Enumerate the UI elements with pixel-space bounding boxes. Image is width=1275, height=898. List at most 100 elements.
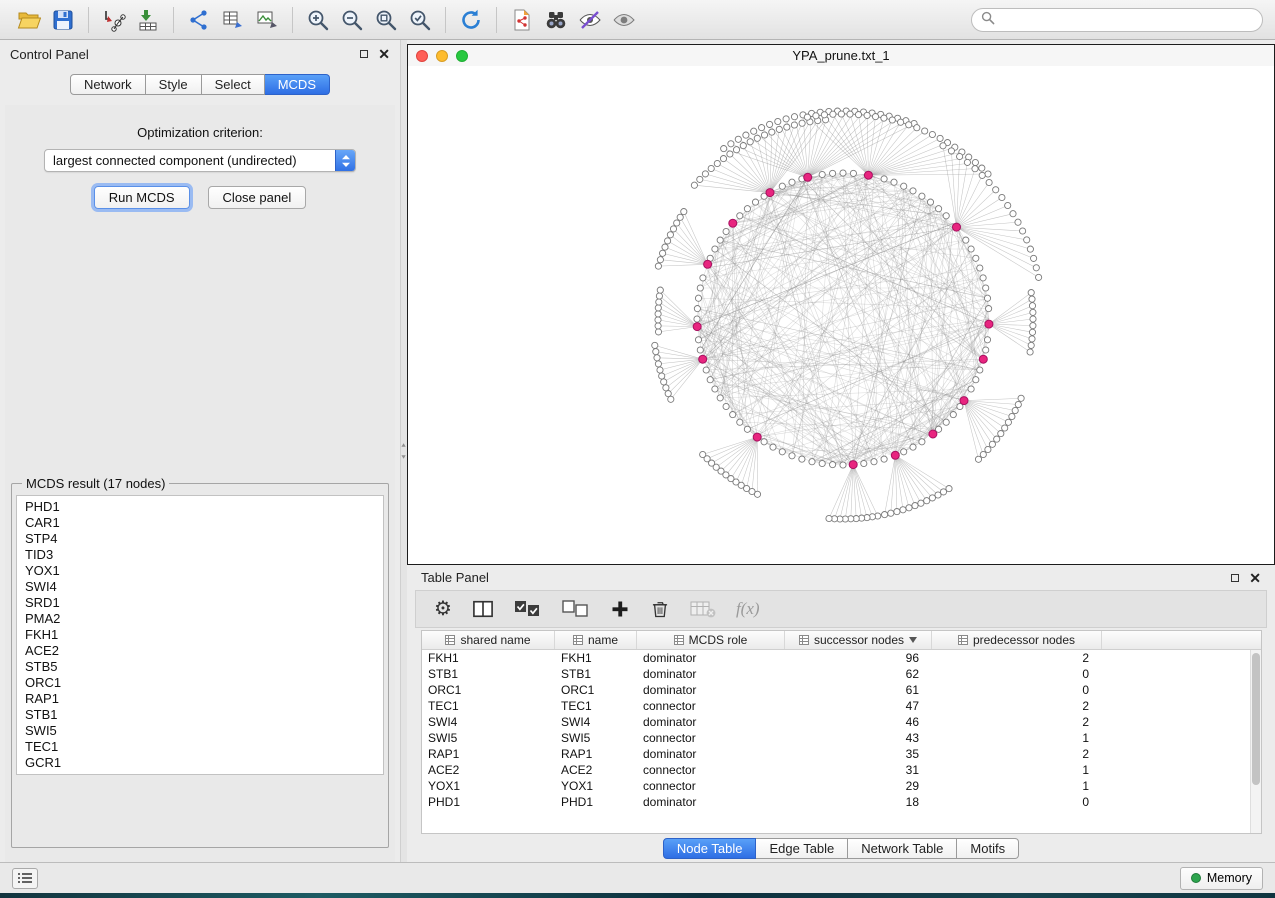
table-cell: 1 [932, 730, 1102, 746]
table-cell: RAP1 [555, 746, 637, 762]
function-builder-icon[interactable]: f(x) [736, 596, 760, 622]
mcds-result-item: SWI4 [25, 579, 375, 595]
column-header-predecessor-nodes[interactable]: predecessor nodes [932, 631, 1102, 649]
table-panel-header: Table Panel ✕ [407, 565, 1275, 590]
table-row[interactable]: YOX1YOX1connector291 [422, 778, 1261, 794]
table-cell: 1 [932, 762, 1102, 778]
table-cell: 2 [932, 650, 1102, 666]
table-row[interactable]: RAP1RAP1dominator352 [422, 746, 1261, 762]
criterion-dropdown-value: largest connected component (undirected) [45, 153, 335, 168]
table-cell: YOX1 [422, 778, 555, 794]
float-table-panel-icon[interactable] [1231, 574, 1239, 582]
table-row[interactable]: SWI5SWI5connector431 [422, 730, 1261, 746]
table-row[interactable]: ORC1ORC1dominator610 [422, 682, 1261, 698]
save-icon[interactable] [46, 5, 80, 35]
search-box[interactable] [971, 8, 1263, 32]
table-row[interactable]: SWI4SWI4dominator462 [422, 714, 1261, 730]
tab-select[interactable]: Select [202, 74, 265, 95]
tab-network[interactable]: Network [70, 74, 146, 95]
criterion-dropdown[interactable]: largest connected component (undirected) [44, 149, 356, 172]
share-document-icon[interactable] [505, 5, 539, 35]
add-column-icon[interactable] [610, 596, 630, 622]
table-cell: YOX1 [555, 778, 637, 794]
mcds-result-item: YOX1 [25, 563, 375, 579]
desktop-background-strip [0, 893, 1275, 898]
memory-button[interactable]: Memory [1180, 867, 1263, 890]
close-panel-button[interactable]: Close panel [208, 186, 307, 209]
panel-divider[interactable] [400, 40, 407, 862]
tab-style[interactable]: Style [146, 74, 202, 95]
table-row[interactable]: ACE2ACE2connector311 [422, 762, 1261, 778]
table-cell: SWI5 [555, 730, 637, 746]
table-row[interactable]: TEC1TEC1connector472 [422, 698, 1261, 714]
table-tab-motifs[interactable]: Motifs [957, 838, 1019, 859]
table-cell: 96 [785, 650, 932, 666]
table-settings-gear-icon[interactable]: ⚙ [434, 596, 452, 622]
table-cell: ORC1 [555, 682, 637, 698]
table-cell: PHD1 [422, 794, 555, 810]
status-bar: Memory [0, 862, 1275, 893]
export-network-icon[interactable] [182, 5, 216, 35]
analysis-eye-icon[interactable] [573, 5, 607, 35]
table-cell: 61 [785, 682, 932, 698]
control-panel-title: Control Panel [10, 47, 89, 62]
table-panel-tabs: Node TableEdge TableNetwork TableMotifs [407, 834, 1275, 862]
column-header-successor-nodes[interactable]: successor nodes [785, 631, 932, 649]
toolbar-separator [88, 7, 89, 33]
table-row[interactable]: STB1STB1dominator620 [422, 666, 1261, 682]
table-tab-edge-table[interactable]: Edge Table [756, 838, 848, 859]
control-panel: Control Panel ✕ NetworkStyleSelectMCDS O… [0, 40, 400, 862]
table-cell: 46 [785, 714, 932, 730]
search-input[interactable] [1001, 13, 1253, 27]
float-panel-icon[interactable] [360, 50, 368, 58]
table-cell: dominator [637, 666, 785, 682]
table-cell: STB1 [422, 666, 555, 682]
column-header-shared-name[interactable]: shared name [422, 631, 555, 649]
node-table: shared namenameMCDS rolesuccessor nodesp… [421, 630, 1262, 834]
table-tab-node-table[interactable]: Node Table [663, 838, 757, 859]
deselect-all-icon[interactable] [562, 596, 590, 622]
toolbar-separator [496, 7, 497, 33]
close-table-panel-icon[interactable]: ✕ [1249, 571, 1261, 585]
refresh-icon[interactable] [454, 5, 488, 35]
tab-mcds[interactable]: MCDS [265, 74, 330, 95]
eye-icon[interactable] [607, 5, 641, 35]
table-scrollbar-thumb[interactable] [1252, 653, 1260, 785]
open-folder-icon[interactable] [12, 5, 46, 35]
delete-column-icon[interactable] [650, 596, 670, 622]
column-header-name[interactable]: name [555, 631, 637, 649]
zoom-in-icon[interactable] [301, 5, 335, 35]
table-cell: PHD1 [555, 794, 637, 810]
import-table-icon[interactable] [131, 5, 165, 35]
network-canvas[interactable] [408, 66, 1274, 564]
import-network-icon[interactable] [97, 5, 131, 35]
column-header-MCDS-role[interactable]: MCDS role [637, 631, 785, 649]
table-tab-network-table[interactable]: Network Table [848, 838, 957, 859]
table-cell: 62 [785, 666, 932, 682]
binoculars-icon[interactable] [539, 5, 573, 35]
show-columns-icon[interactable] [472, 596, 494, 622]
export-table-icon[interactable] [216, 5, 250, 35]
zoom-out-icon[interactable] [335, 5, 369, 35]
zoom-fit-icon[interactable] [369, 5, 403, 35]
delete-table-icon[interactable] [690, 596, 716, 622]
task-history-icon[interactable] [12, 868, 38, 889]
close-panel-icon[interactable]: ✕ [378, 47, 390, 61]
table-cell: RAP1 [422, 746, 555, 762]
table-row[interactable]: FKH1FKH1dominator962 [422, 650, 1261, 666]
export-image-icon[interactable] [250, 5, 284, 35]
table-cell: connector [637, 778, 785, 794]
table-cell: 0 [932, 682, 1102, 698]
network-window-titlebar: YPA_prune.txt_1 [408, 45, 1274, 66]
table-scrollbar[interactable] [1250, 650, 1261, 833]
table-row[interactable]: PHD1PHD1dominator180 [422, 794, 1261, 810]
table-cell: 1 [932, 778, 1102, 794]
run-mcds-button[interactable]: Run MCDS [94, 186, 190, 209]
mcds-result-item: FKH1 [25, 627, 375, 643]
table-cell: 0 [932, 666, 1102, 682]
mcds-result-group: MCDS result (17 nodes) PHD1CAR1STP4TID3Y… [11, 476, 389, 848]
select-all-icon[interactable] [514, 596, 542, 622]
zoom-selected-icon[interactable] [403, 5, 437, 35]
mcds-result-item: STB1 [25, 707, 375, 723]
mcds-result-list[interactable]: PHD1CAR1STP4TID3YOX1SWI4SRD1PMA2FKH1ACE2… [16, 495, 384, 775]
